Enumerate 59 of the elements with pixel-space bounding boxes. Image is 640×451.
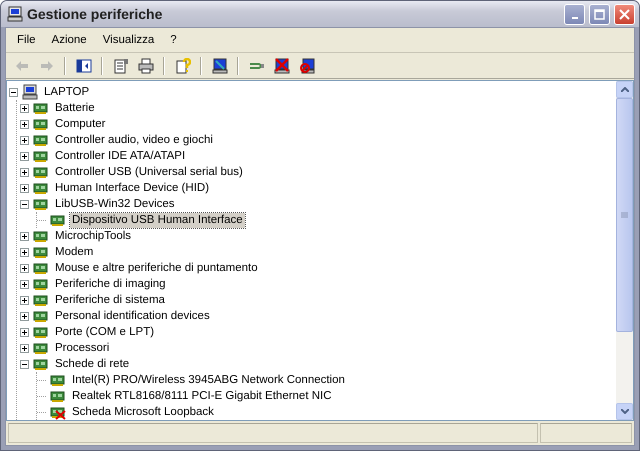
expand-toggle[interactable] <box>20 296 29 304</box>
tree-item[interactable]: LibUSB-Win32 Devices <box>53 196 177 212</box>
menu-item[interactable]: Visualizza <box>96 32 162 48</box>
scroll-up-icon <box>620 87 628 92</box>
collapse-toggle[interactable] <box>9 88 18 96</box>
tree-item[interactable]: Intel(R) PRO/Wireless 3945ABG Network Connection <box>70 372 347 388</box>
window-title: Gestione periferiche <box>27 6 162 22</box>
remove-icon <box>274 58 290 74</box>
menu-item[interactable]: File <box>10 32 43 48</box>
expand-toggle[interactable] <box>20 168 29 176</box>
expand-toggle[interactable] <box>20 152 29 160</box>
expand-toggle[interactable] <box>20 248 29 256</box>
tree-item[interactable]: LAPTOP <box>42 84 92 100</box>
minimize-icon <box>572 16 578 18</box>
scroll-down-icon <box>620 409 628 414</box>
tree-item[interactable]: Mouse e altre periferiche di puntamento <box>53 260 260 276</box>
expand-toggle[interactable] <box>20 136 29 144</box>
vertical-scrollbar[interactable] <box>616 81 633 420</box>
tree-item[interactable]: Dispositivo USB Human Interface <box>70 212 245 228</box>
disable-icon <box>298 58 314 74</box>
computer-icon <box>7 6 23 22</box>
computer-icon <box>22 84 38 100</box>
expand-toggle[interactable] <box>20 232 29 240</box>
minimize-button[interactable] <box>564 4 585 24</box>
expand-toggle[interactable] <box>20 280 29 288</box>
expand-toggle[interactable] <box>20 184 29 192</box>
expand-toggle[interactable] <box>20 104 29 112</box>
tree-item[interactable]: Controller audio, video e giochi <box>53 132 215 148</box>
expand-toggle[interactable] <box>20 120 29 128</box>
tree-item[interactable]: Modem <box>53 244 96 260</box>
menu-item[interactable]: Azione <box>44 32 94 48</box>
tree-item[interactable]: Batterie <box>53 100 97 116</box>
menu-item[interactable]: ? <box>163 32 184 48</box>
print-icon <box>138 58 154 74</box>
close-icon <box>619 8 630 20</box>
grip-icon <box>621 212 628 218</box>
tree-item[interactable]: Realtek RTL8168/8111 PCI-E Gigabit Ethernet NIC <box>70 388 334 404</box>
maximize-button[interactable] <box>589 4 610 24</box>
tree-item[interactable]: Personal identification devices <box>53 308 212 324</box>
tree-item[interactable]: Computer <box>53 116 108 132</box>
expand-toggle[interactable] <box>20 344 29 352</box>
collapse-toggle[interactable] <box>20 360 29 368</box>
tree-item[interactable]: Periferiche di imaging <box>53 276 168 292</box>
tree-item[interactable]: Schede di rete <box>53 356 132 372</box>
expand-toggle[interactable] <box>20 264 29 272</box>
expand-toggle[interactable] <box>20 312 29 320</box>
close-button[interactable] <box>614 4 635 24</box>
tree-item[interactable]: Human Interface Device (HID) <box>53 180 212 196</box>
tree-item[interactable]: Periferiche di sistema <box>53 292 167 308</box>
props-icon <box>112 58 128 74</box>
tree-item[interactable]: Porte (COM e LPT) <box>53 324 156 340</box>
help-icon <box>174 58 190 74</box>
maximize-icon <box>594 8 605 20</box>
tree-item[interactable]: Controller IDE ATA/ATAPI <box>53 148 188 164</box>
tree-item[interactable]: Controller USB (Universal serial bus) <box>53 164 245 180</box>
expand-toggle[interactable] <box>20 328 29 336</box>
collapse-toggle[interactable] <box>20 200 29 208</box>
tree-item[interactable]: Processori <box>53 340 112 356</box>
tree-item[interactable]: MicrochipTools <box>53 228 134 244</box>
